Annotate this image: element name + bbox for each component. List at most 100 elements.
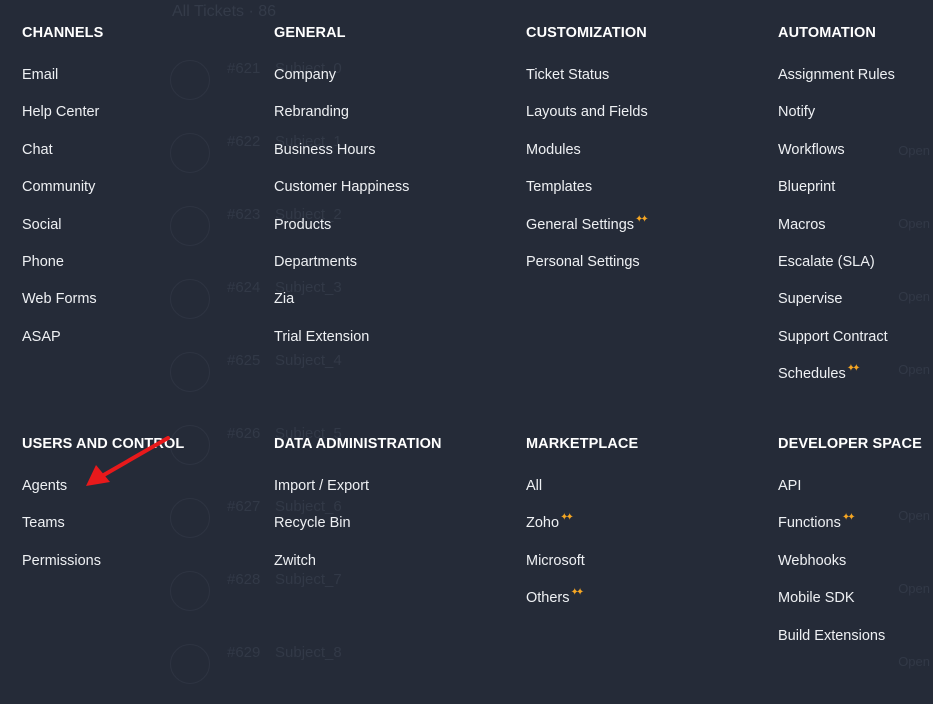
menu-item-label: Others [526,590,570,607]
menu-item-all[interactable]: All [526,476,638,513]
menu-item-label: Templates [526,179,593,196]
section-general: GENERAL Company Rebranding Business Hours Cu… [274,23,409,364]
menu-item-build-extensions[interactable]: Build Extensions [778,626,922,663]
menu-item-label: ASAP [22,328,61,345]
sparkle-icon: ✦✦ [841,512,856,524]
menu-item-permissions[interactable]: Permissions [22,551,184,588]
section-title: MARKETPLACE [526,436,639,452]
menu-item-layouts-and-fields[interactable]: Layouts and Fields [526,102,648,139]
menu-item-company[interactable]: Company [274,65,409,102]
menu-item-supervise[interactable]: Supervise [778,289,895,326]
section-title: CHANNELS [22,25,104,41]
menu-item-general-settings[interactable]: General Settings✦✦ [526,213,649,252]
menu-item-macros[interactable]: Macros [778,215,895,252]
red-arrow-icon [86,436,170,486]
menu-item-zia[interactable]: Zia [274,289,409,326]
section-customization: CUSTOMIZATION Ticket Status Layouts and Fi… [526,23,649,289]
menu-item-label: Macros [778,216,826,233]
setup-menu: CHANNELS Email Help Center Chat Community Soc… [0,0,933,673]
menu-item-label: General Settings [526,216,635,233]
menu-item-webhooks[interactable]: Webhooks [778,551,922,588]
menu-item-label: Workflows [778,141,845,158]
menu-item-notify[interactable]: Notify [778,102,895,139]
menu-item-business-hours[interactable]: Business Hours [274,140,409,177]
menu-item-import-export[interactable]: Import / Export [274,476,442,513]
menu-item-label: Layouts and Fields [526,104,648,121]
section-title: DEVELOPER SPACE [778,436,922,452]
menu-item-blueprint[interactable]: Blueprint [778,177,895,214]
section-title: DATA ADMINISTRATION [274,436,442,452]
menu-item-customer-happiness[interactable]: Customer Happiness [274,177,409,214]
menu-item-label: Microsoft [526,552,585,569]
menu-item-workflows[interactable]: Workflows [778,140,895,177]
menu-item-products[interactable]: Products [274,215,409,252]
menu-item-schedules[interactable]: Schedules✦✦ [778,363,895,401]
menu-item-label: Ticket Status [526,67,610,83]
menu-item-zwitch[interactable]: Zwitch [274,551,442,588]
menu-item-ticket-status[interactable]: Ticket Status [526,65,648,102]
menu-item-label: Schedules [778,366,846,383]
menu-item-assignment-rules[interactable]: Assignment Rules [778,65,895,102]
menu-item-phone[interactable]: Phone [22,252,103,289]
menu-item-label: Phone [22,253,64,270]
menu-item-label: Customer Happiness [274,179,410,196]
menu-item-label: Support Contract [778,328,888,345]
menu-item-label: Web Forms [22,291,97,308]
menu-item-escalate-sla[interactable]: Escalate (SLA) [778,252,895,289]
menu-item-zoho[interactable]: Zoho✦✦ [526,512,638,550]
menu-item-microsoft[interactable]: Microsoft [526,551,638,588]
menu-item-personal-settings[interactable]: Personal Settings [526,252,648,289]
section-automation: AUTOMATION Assignment Rules Notify Workflow… [778,23,895,402]
menu-item-rebranding[interactable]: Rebranding [274,102,409,139]
menu-item-label: Build Extensions [778,627,886,644]
menu-item-label: Import / Export [274,478,370,494]
menu-item-label: Social [22,216,62,233]
menu-item-label: Teams [22,515,65,532]
section-data-administration: DATA ADMINISTRATION Import / Export Recycl… [274,434,442,588]
menu-item-label: Personal Settings [526,253,640,270]
menu-item-label: Chat [22,141,53,158]
section-title: GENERAL [274,25,346,41]
menu-item-label: Zoho [526,515,560,532]
menu-item-others[interactable]: Others✦✦ [526,587,638,625]
menu-item-label: All [526,478,543,494]
menu-item-label: Notify [778,104,816,121]
menu-item-label: Zwitch [274,552,316,569]
menu-item-modules[interactable]: Modules [526,140,648,177]
menu-item-support-contract[interactable]: Support Contract [778,327,895,364]
menu-item-departments[interactable]: Departments [274,252,409,289]
menu-item-web-forms[interactable]: Web Forms [22,289,103,326]
menu-item-label: Business Hours [274,141,376,158]
section-developer-space: DEVELOPER SPACE API Functions✦✦ Webhooks Mob… [778,434,922,663]
section-channels: CHANNELS Email Help Center Chat Community Soc… [22,23,103,364]
menu-item-label: Zia [274,291,295,308]
menu-item-recycle-bin[interactable]: Recycle Bin [274,513,442,550]
menu-item-label: Company [274,67,337,83]
menu-item-trial-extension[interactable]: Trial Extension [274,327,409,364]
menu-item-label: Help Center [22,104,100,121]
menu-item-label: Agents [22,478,68,494]
menu-item-community[interactable]: Community [22,177,103,214]
menu-item-label: Webhooks [778,552,847,569]
menu-item-label: Mobile SDK [778,590,855,607]
menu-item-label: Email [22,67,59,83]
menu-item-chat[interactable]: Chat [22,140,103,177]
sparkle-icon: ✦✦ [846,363,861,375]
menu-item-label: Assignment Rules [778,67,895,83]
sparkle-icon: ✦✦ [560,512,574,524]
menu-item-help-center[interactable]: Help Center [22,102,103,139]
menu-item-label: Trial Extension [274,328,370,345]
sparkle-icon: ✦✦ [635,213,649,225]
menu-item-functions[interactable]: Functions✦✦ [778,512,922,550]
menu-item-api[interactable]: API [778,476,922,513]
menu-item-templates[interactable]: Templates [526,177,648,214]
menu-item-social[interactable]: Social [22,215,103,252]
menu-item-email[interactable]: Email [22,65,103,102]
menu-item-asap[interactable]: ASAP [22,327,103,364]
menu-item-label: Recycle Bin [274,515,351,532]
menu-item-teams[interactable]: Teams [22,513,184,550]
menu-item-label: Community [22,179,96,196]
menu-item-mobile-sdk[interactable]: Mobile SDK [778,588,922,625]
menu-item-label: Modules [526,141,581,158]
section-title: AUTOMATION [778,25,876,41]
